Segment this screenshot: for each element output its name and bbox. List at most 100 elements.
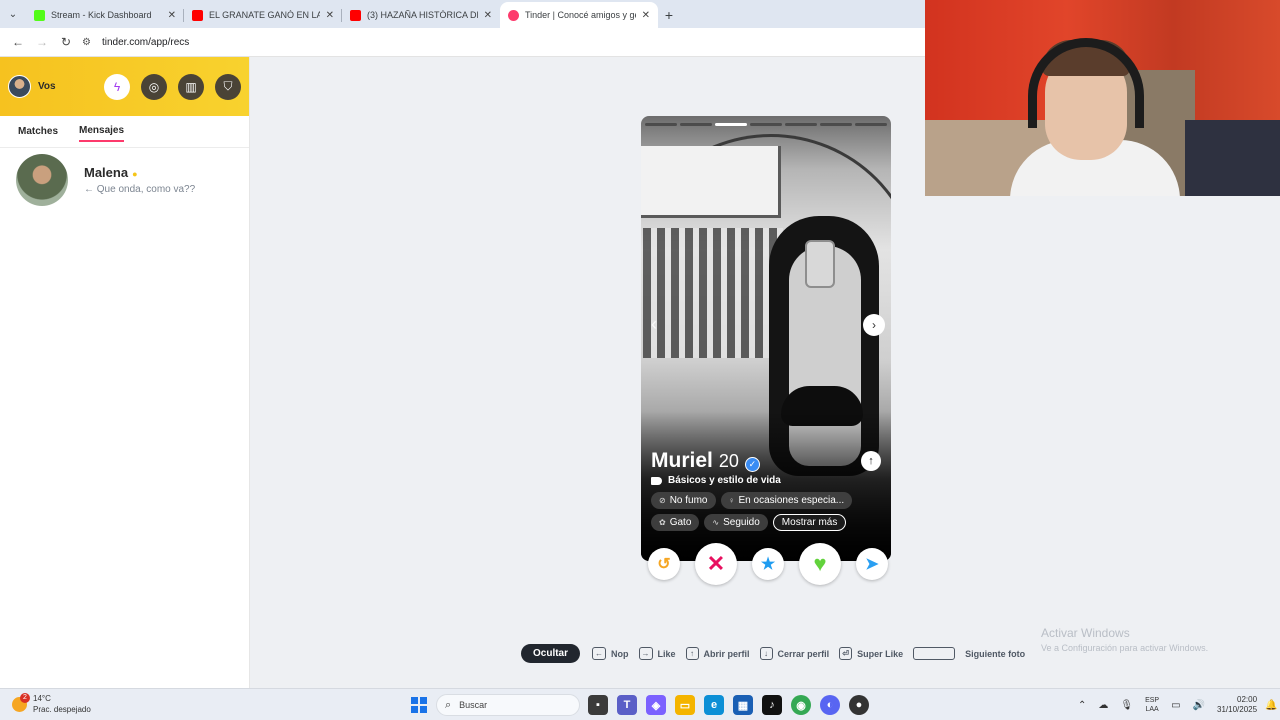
weather-widget[interactable]: 2 14°C Prac. despejado <box>12 692 91 715</box>
terminal-icon[interactable]: ▪ <box>588 695 608 715</box>
like-heart-icon[interactable]: ♥ <box>799 543 841 585</box>
hint-label: Nop <box>611 648 629 659</box>
clock-date: 31/10/2025 <box>1217 705 1258 714</box>
conversation-text: Malena ● ← Que onda, como va?? <box>84 165 195 195</box>
new-tab-button[interactable]: + <box>658 2 680 28</box>
conversation-item[interactable]: Malena ● ← Que onda, como va?? <box>0 148 249 212</box>
tab-title: Tinder | Conocé amigos y gente <box>525 10 636 20</box>
follow-icon: ∿ <box>712 518 720 527</box>
hint-close-profile: ↓ Cerrar perfil <box>759 647 829 660</box>
photo-progress-segment[interactable] <box>680 123 712 126</box>
super-like-star-icon[interactable]: ★ <box>752 548 784 580</box>
clock[interactable]: 02:00 31/10/2025 <box>1217 695 1257 715</box>
conversation-name-row: Malena ● <box>84 165 195 180</box>
photo-wall <box>643 228 783 358</box>
lang-bottom: LAA <box>1145 706 1159 713</box>
windows-start-icon[interactable] <box>411 697 427 713</box>
tab-title: EL GRANATE GANÓ EN LA FOR <box>209 10 320 20</box>
edge-icon[interactable]: e <box>704 695 724 715</box>
next-photo-icon[interactable]: › <box>863 314 885 336</box>
tab-search-chevron-icon[interactable]: ⌄ <box>0 0 26 28</box>
boost-lightning-icon[interactable]: ϟ <box>104 73 130 100</box>
photo-progress-bars <box>645 123 887 126</box>
photo-progress-segment[interactable] <box>750 123 782 126</box>
hint-label: Siguiente foto <box>965 648 1026 659</box>
weather-sun-icon: 2 <box>12 692 30 712</box>
volume-icon[interactable]: 🔊 <box>1193 700 1205 711</box>
onedrive-cloud-icon[interactable]: ☁ <box>1098 700 1108 711</box>
language-indicator[interactable]: ESP LAA <box>1145 696 1159 714</box>
watermark-subtitle: Ve a Configuración para activar Windows. <box>1041 643 1209 653</box>
file-explorer-icon[interactable]: ▭ <box>675 695 695 715</box>
rewind-icon[interactable]: ↺ <box>648 548 680 580</box>
system-tray: ⌃ ☁ 🎙 ESP LAA ▭ 🔊 02:00 31/10/2025 🔔 <box>1078 689 1280 720</box>
windows-activation-watermark: Activar Windows Ve a Configuración para … <box>1041 626 1208 653</box>
back-arrow-icon[interactable]: ← <box>6 35 30 49</box>
show-hidden-icons-chevron-icon[interactable]: ⌃ <box>1078 700 1086 711</box>
reload-icon[interactable]: ↻ <box>54 35 78 49</box>
headset-icon <box>1028 38 1144 128</box>
hint-like: → Like <box>638 647 676 660</box>
close-tab-icon[interactable]: ✕ <box>642 10 650 21</box>
forward-arrow-icon[interactable]: → <box>30 35 54 49</box>
tiktok-icon[interactable]: ♪ <box>762 695 782 715</box>
teams-icon[interactable]: T <box>617 695 637 715</box>
boost-send-icon[interactable]: ➤ <box>856 548 888 580</box>
tab-title: (3) HAZAÑA HISTÓRICA DEL VI <box>367 10 478 20</box>
weather-desc: Prac. despejado <box>33 705 91 714</box>
profile-name: Muriel <box>651 449 713 472</box>
address-bar[interactable]: tinder.com/app/recs <box>102 37 189 48</box>
enter-key-icon: ⏎ <box>839 647 853 660</box>
discord-icon[interactable]: ◐ <box>820 695 840 715</box>
user-avatar[interactable] <box>8 75 31 98</box>
hint-label: Like <box>657 648 676 659</box>
photo-progress-segment[interactable] <box>855 123 887 126</box>
card-gradient <box>641 411 891 561</box>
space-key-icon <box>913 647 956 660</box>
browser-toolbar: ← → ↻ ⚙ tinder.com/app/recs <box>0 28 925 57</box>
site-settings-icon[interactable]: ⚙ <box>82 37 96 48</box>
right-key-icon: → <box>638 647 653 660</box>
browser-tab-kick[interactable]: Stream - Kick Dashboard ✕ <box>26 2 184 28</box>
browser-tab-tinder[interactable]: Tinder | Conocé amigos y gente ✕ <box>500 2 658 28</box>
tab-messages[interactable]: Mensajes <box>79 121 125 142</box>
copilot-icon[interactable]: ◈ <box>646 695 666 715</box>
swipe-actions: ↺ ✕ ★ ♥ ➤ <box>648 543 888 585</box>
previous-photo-icon[interactable]: ‹ <box>651 314 657 335</box>
browser-tab-youtube-1[interactable]: EL GRANATE GANÓ EN LA FOR ✕ <box>184 2 342 28</box>
briefcase-icon[interactable]: ▥ <box>178 73 204 100</box>
close-tab-icon[interactable]: ✕ <box>484 10 492 21</box>
weather-text: 14°C Prac. despejado <box>33 693 91 715</box>
close-tab-icon[interactable]: ✕ <box>168 10 176 21</box>
photo-progress-segment[interactable] <box>715 123 747 126</box>
photo-progress-segment[interactable] <box>785 123 817 126</box>
user-label[interactable]: Vos <box>38 81 93 92</box>
search-placeholder: Buscar <box>459 700 488 710</box>
explore-compass-icon[interactable]: ◎ <box>141 73 167 100</box>
show-more-button[interactable]: Mostrar más <box>772 514 847 531</box>
chrome-icon[interactable]: ◉ <box>791 695 811 715</box>
network-icon[interactable]: ▭ <box>1171 700 1180 711</box>
taskbar-search[interactable]: ⌕ Buscar <box>436 694 580 716</box>
hide-hints-button[interactable]: Ocultar <box>521 644 581 663</box>
tab-matches[interactable]: Matches <box>18 122 58 141</box>
conversation-last-message: ← Que onda, como va?? <box>84 184 196 195</box>
close-tab-icon[interactable]: ✕ <box>326 10 334 21</box>
profile-card[interactable]: ‹ › Muriel 20 ✓ ↑ Básicos y estilo de vi… <box>641 116 891 561</box>
photo-progress-segment[interactable] <box>820 123 852 126</box>
tag-icon <box>651 476 662 485</box>
photo-progress-segment[interactable] <box>645 123 677 126</box>
store-icon[interactable]: ▦ <box>733 695 753 715</box>
youtube-favicon-icon <box>350 9 361 21</box>
photo-window <box>641 146 781 218</box>
no-smoking-icon: ⊘ <box>659 496 666 505</box>
browser-tab-youtube-2[interactable]: (3) HAZAÑA HISTÓRICA DEL VI ✕ <box>342 2 500 28</box>
obs-icon[interactable]: ● <box>849 695 869 715</box>
profile-name-line: Muriel 20 ✓ <box>651 449 760 473</box>
notifications-bell-icon[interactable]: 🔔 <box>1265 700 1277 711</box>
keyboard-hints: Ocultar ← Nop → Like ↑ Abrir perfil ↓ Cerrar… <box>521 644 1035 663</box>
nope-x-icon[interactable]: ✕ <box>695 543 737 585</box>
open-profile-arrow-icon[interactable]: ↑ <box>861 451 881 471</box>
safety-shield-icon[interactable]: ⛉ <box>215 73 241 100</box>
microphone-icon[interactable]: 🎙 <box>1120 700 1133 711</box>
